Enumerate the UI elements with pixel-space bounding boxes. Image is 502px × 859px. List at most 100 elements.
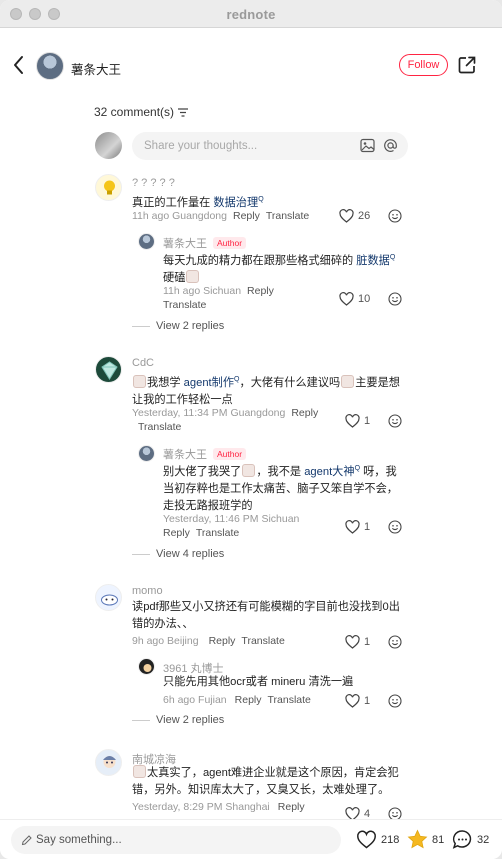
- back-arrow-icon[interactable]: [10, 54, 28, 76]
- topic-link[interactable]: agent制作: [184, 377, 234, 389]
- cartoon-avatar-icon: [101, 594, 118, 606]
- commenter-name[interactable]: CdC: [132, 357, 154, 369]
- view-replies-button[interactable]: View 2 replies: [132, 714, 224, 726]
- sort-icon[interactable]: [178, 107, 189, 117]
- reply-meta: Yesterday, 11:46 PM Sichuan: [163, 513, 299, 525]
- commenter-avatar[interactable]: [95, 749, 122, 776]
- translate-button[interactable]: Translate: [163, 299, 206, 311]
- comment-timestamp: 11h ago Guangdong: [132, 210, 227, 222]
- reply-text-part: 别大佬了我哭了: [163, 466, 242, 478]
- comment-bubble-icon: [452, 830, 472, 849]
- reply-timestamp: 11h ago Sichuan: [163, 285, 242, 297]
- translate-button[interactable]: Translate: [268, 694, 311, 706]
- author-name[interactable]: 薯条大王: [71, 59, 121, 78]
- emoji-reaction-icon[interactable]: [388, 635, 402, 649]
- commenter-avatar[interactable]: [95, 356, 122, 383]
- cartoon-avatar-icon: [143, 664, 152, 672]
- topic-link[interactable]: 脏数据: [356, 255, 390, 267]
- emoji-sticker-icon: [133, 765, 146, 778]
- reply-button[interactable]: Reply: [291, 407, 318, 419]
- reply-meta: 11h ago Sichuan Reply: [163, 285, 274, 297]
- emoji-sticker-icon: [186, 270, 200, 283]
- like-count: 1: [364, 521, 371, 533]
- diamond-icon: [101, 361, 118, 380]
- post-like-button[interactable]: 218: [356, 829, 399, 850]
- reply-button[interactable]: Reply: [247, 285, 274, 297]
- heart-icon: [345, 520, 360, 534]
- app-window: rednote 薯条大王 Follow 32 comment(s) Share …: [0, 0, 502, 859]
- search-icon: Q: [258, 196, 264, 203]
- emoji-reaction-icon[interactable]: [388, 292, 402, 306]
- comment-meta: 11h ago Guangdong Reply Translate: [132, 210, 309, 222]
- like-button[interactable]: 4: [345, 807, 370, 819]
- reply-avatar[interactable]: [138, 658, 155, 675]
- view-replies-button[interactable]: View 2 replies: [132, 320, 224, 332]
- view-replies-label: View 2 replies: [156, 714, 225, 726]
- comment-meta-line2: Translate: [132, 421, 181, 433]
- translate-button[interactable]: Translate: [241, 635, 284, 647]
- topic-link[interactable]: 数据治理: [213, 197, 258, 209]
- share-icon[interactable]: [457, 55, 477, 75]
- reply-timestamp: Yesterday, 11:46 PM Sichuan: [163, 513, 300, 525]
- like-count: 10: [358, 293, 371, 305]
- heart-icon: [345, 414, 360, 428]
- cartoon-avatar-icon: [103, 756, 116, 768]
- like-button[interactable]: 1: [345, 635, 370, 649]
- comment-meta: 9h ago Beijing Reply Translate: [132, 635, 285, 647]
- follow-button[interactable]: Follow: [399, 54, 448, 76]
- emoji-reaction-icon[interactable]: [388, 209, 402, 223]
- like-button[interactable]: 26: [339, 209, 370, 223]
- author-avatar[interactable]: [36, 52, 64, 80]
- reply-button[interactable]: Reply: [278, 801, 305, 813]
- reply-button[interactable]: Reply: [233, 210, 260, 222]
- comment-count-row: 32 comment(s): [94, 105, 189, 119]
- commenter-name[interactable]: momo: [132, 585, 163, 597]
- emoji-reaction-icon[interactable]: [388, 520, 402, 534]
- reply-avatar[interactable]: [138, 445, 155, 462]
- like-count: 1: [364, 415, 371, 427]
- reply-text-part: 硬磕: [163, 272, 186, 284]
- translate-button[interactable]: Translate: [196, 527, 239, 539]
- reply-button[interactable]: Reply: [209, 635, 236, 647]
- window-title: rednote: [226, 7, 276, 22]
- like-button[interactable]: 1: [345, 694, 370, 708]
- say-something-input[interactable]: Say something...: [11, 826, 341, 854]
- post-comments-button[interactable]: 32: [452, 829, 489, 850]
- translate-button[interactable]: Translate: [266, 210, 309, 222]
- commenter-avatar[interactable]: [95, 174, 122, 201]
- emoji-reaction-icon[interactable]: [388, 694, 402, 708]
- emoji-reaction-icon[interactable]: [388, 807, 402, 819]
- comment-text-part: 太真实了，agent难进企业就是这个原因，肯定会犯错，另外。知识库太大了，又臭又…: [132, 767, 399, 796]
- comment-meta: Yesterday, 8:29 PM Shanghai Reply: [132, 801, 305, 813]
- view-replies-button[interactable]: View 4 replies: [132, 548, 224, 560]
- post-collect-count: 81: [432, 833, 445, 846]
- commenter-name[interactable]: ? ? ? ? ?: [132, 177, 175, 189]
- reply-text-part: ，我不是: [256, 466, 305, 478]
- like-button[interactable]: 1: [345, 520, 370, 534]
- view-replies-label: View 2 replies: [156, 320, 225, 332]
- topic-link[interactable]: agent大神: [304, 466, 354, 478]
- divider: [132, 553, 150, 555]
- heart-icon: [345, 694, 360, 708]
- comment-text-part: ，大佬有什么建议吗: [239, 377, 341, 389]
- post-collect-button[interactable]: 81: [407, 829, 444, 850]
- like-button[interactable]: 1: [345, 414, 370, 428]
- comments-scroll-area[interactable]: 32 comment(s) Share your thoughts... ? ?…: [0, 104, 502, 819]
- lightbulb-icon: [104, 180, 115, 195]
- commenter-avatar[interactable]: [95, 584, 122, 611]
- emoji-sticker-icon: [133, 375, 146, 388]
- emoji-reaction-icon[interactable]: [388, 414, 402, 428]
- post-comment-count: 32: [477, 833, 490, 846]
- post-like-count: 218: [381, 833, 400, 846]
- reply-button[interactable]: Reply: [235, 694, 262, 706]
- comment-meta: Yesterday, 11:34 PM Guangdong Reply: [132, 407, 318, 419]
- author-badge: Author: [213, 237, 247, 249]
- image-icon[interactable]: [360, 138, 375, 153]
- like-button[interactable]: 10: [339, 292, 370, 306]
- mention-icon[interactable]: [383, 138, 398, 153]
- reply-avatar[interactable]: [138, 233, 155, 250]
- reply-button[interactable]: Reply: [163, 527, 190, 539]
- my-avatar: [95, 132, 122, 159]
- translate-button[interactable]: Translate: [138, 421, 181, 433]
- heart-icon: [345, 635, 360, 649]
